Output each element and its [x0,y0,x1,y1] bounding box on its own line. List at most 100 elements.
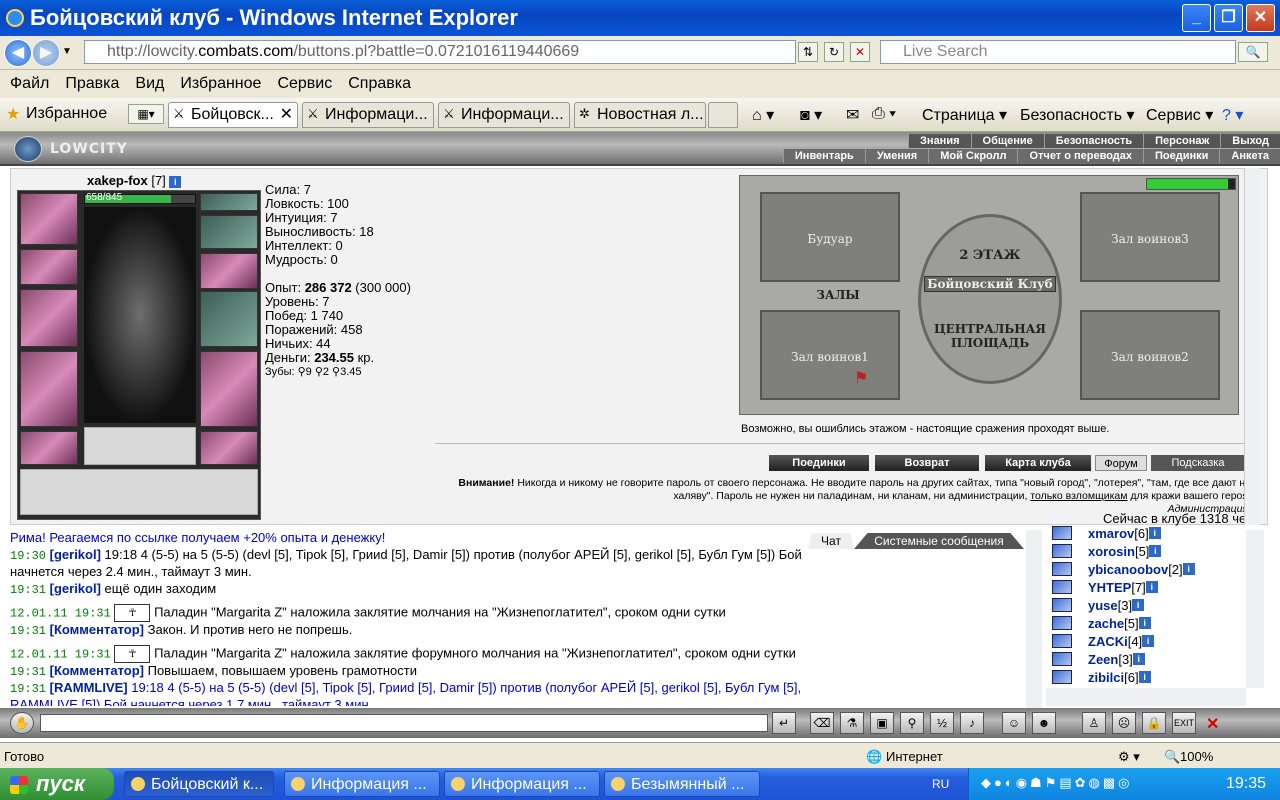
minimize-button[interactable]: _ [1182,4,1211,32]
menu-tools[interactable]: Сервис [277,75,332,93]
chat-time[interactable]: 19:31 [10,583,46,597]
scroll-slots[interactable] [20,469,258,515]
tab-chat[interactable]: Чат [808,533,854,549]
tools-menu[interactable]: Сервис ▾ [1146,105,1213,125]
user-name[interactable]: ZACKi [1088,634,1128,649]
private-message-icon[interactable] [1052,652,1072,666]
compat-icon[interactable]: ⇅ [798,42,818,62]
user-name[interactable]: xorosin [1088,544,1135,559]
user-name[interactable]: YHTEP [1088,580,1131,595]
nav-character[interactable]: Персонаж [1143,134,1220,148]
refresh-icon[interactable]: ↻ [824,42,844,62]
gloves-slot[interactable] [200,253,258,289]
info-icon[interactable]: i [1142,635,1155,647]
map-floor[interactable]: 2 ЭТАЖ [936,248,1044,263]
userlist-hscroll[interactable] [1046,688,1246,706]
eraser-icon[interactable]: ⌫ [810,712,834,734]
user-name[interactable]: Zeen [1088,652,1118,667]
map-center[interactable]: ЦЕНТРАЛЬНАЯ ПЛОЩАДЬ [926,322,1054,350]
user-icon[interactable]: ♙ [1082,712,1106,734]
close-button[interactable]: ✕ [1246,4,1275,32]
private-message-icon[interactable] [1052,544,1072,558]
walk-icon[interactable]: ⚲ [900,712,924,734]
private-message-icon[interactable] [1052,580,1072,594]
nav-exit[interactable]: Выход [1220,134,1280,148]
nav-inventory[interactable]: Инвентарь [782,149,865,163]
nav-security[interactable]: Безопасность [1043,134,1143,148]
fights-button[interactable]: Поединки [769,455,869,471]
user-list-item[interactable]: Zeen [3] i [1046,650,1246,668]
search-icon[interactable]: 🔍 [1238,42,1268,62]
nav-transfers[interactable]: Отчет о переводах [1017,149,1143,163]
star-icon[interactable]: ★ [6,104,20,124]
mail-icon[interactable]: ✉ [846,105,859,125]
info-icon[interactable]: i [1148,527,1161,539]
chat-nick[interactable]: [Комментатор] [50,622,144,637]
menu-help[interactable]: Справка [348,75,411,93]
language-indicator[interactable]: RU [932,777,949,791]
info-icon[interactable]: i [1145,581,1158,593]
hall-warriors-3[interactable]: Зал воинов3 [1080,192,1220,282]
chat-time[interactable]: 19:31 [10,624,46,638]
info-icon[interactable]: i [1132,599,1145,611]
chat-nick[interactable]: [Комментатор] [50,663,144,678]
menu-view[interactable]: Вид [135,75,164,93]
sound-icon[interactable]: ♪ [960,712,984,734]
hall-warriors-1[interactable]: Зал воинов1 [760,310,900,400]
protected-mode-icon[interactable]: ⚙ ▾ [1118,749,1140,765]
tab-info-1[interactable]: ⚔ Информаци... [302,102,434,128]
smile-icon[interactable]: ☺ [1002,712,1026,734]
hint-button[interactable]: Подсказка [1151,455,1245,471]
offhand-slot[interactable] [200,291,258,347]
info-icon[interactable]: i [1132,653,1145,665]
fraction-icon[interactable]: ½ [930,712,954,734]
chat-time[interactable]: 19:31 [10,665,46,679]
chat-scrollbar[interactable] [1026,530,1042,708]
stop-icon[interactable]: ✕ [850,42,870,62]
chat-time[interactable]: 19:30 [10,549,46,563]
user-list-item[interactable]: zache [5] i [1046,614,1246,632]
feeds-icon[interactable]: ◙ ▾ [800,105,822,125]
private-message-icon[interactable] [1052,616,1072,630]
forward-button[interactable]: ▶ [32,39,60,67]
chat-nick[interactable]: [RAMMLIVE] [50,680,128,695]
user-list-item[interactable]: zibilci [6] i [1046,668,1246,684]
new-tab-button[interactable] [708,102,738,128]
chat-nick[interactable]: [gerikol] [50,547,101,562]
task-paint[interactable]: Безымянный ... [604,771,760,797]
menu-favorites[interactable]: Избранное [180,75,261,93]
belt-slot[interactable] [20,431,78,465]
maximize-button[interactable]: ❐ [1214,4,1243,32]
mask-icon[interactable]: ☹ [1112,712,1136,734]
private-message-icon[interactable] [1052,670,1072,684]
history-dropdown-icon[interactable]: ▼ [62,46,72,57]
nav-profile[interactable]: Анкета [1219,149,1280,163]
helmet-slot[interactable] [20,193,78,245]
userlist-vscroll[interactable] [1246,530,1264,688]
tab-info-2[interactable]: ⚔ Информаци... [438,102,570,128]
private-message-icon[interactable] [1052,598,1072,612]
nav-scroll[interactable]: Мой Скролл [928,149,1017,163]
rings-slots[interactable] [84,427,196,465]
chat-time[interactable]: 12.01.11 19:31 [10,647,111,661]
private-message-icon[interactable] [1052,634,1072,648]
user-list-item[interactable]: xmarov [6] i [1046,524,1246,542]
nav-skills[interactable]: Умения [864,149,928,163]
user-name[interactable]: zibilci [1088,670,1124,685]
print-icon[interactable]: ⎙ ▾ [872,105,896,123]
home-icon[interactable]: ⌂ ▾ [752,105,774,125]
tab-news[interactable]: ✲ Новостная л... [574,102,706,128]
exit-icon[interactable]: EXIT [1172,712,1196,734]
return-button[interactable]: Возврат [875,455,979,471]
quick-tabs-icon[interactable]: ▦▾ [128,104,164,124]
info-icon[interactable]: i [169,175,182,188]
user-list-item[interactable]: yuse [3] i [1046,596,1246,614]
hall-warriors-2[interactable]: Зал воинов2 [1080,310,1220,400]
user-name[interactable]: yuse [1088,598,1118,613]
private-message-icon[interactable] [1052,526,1072,540]
info-icon[interactable]: i [1138,671,1151,683]
user-name[interactable]: ybicanoobov [1088,562,1168,577]
weapon-slot[interactable] [20,289,78,347]
save-icon[interactable]: ▣ [870,712,894,734]
earrings-slot[interactable] [200,193,258,211]
